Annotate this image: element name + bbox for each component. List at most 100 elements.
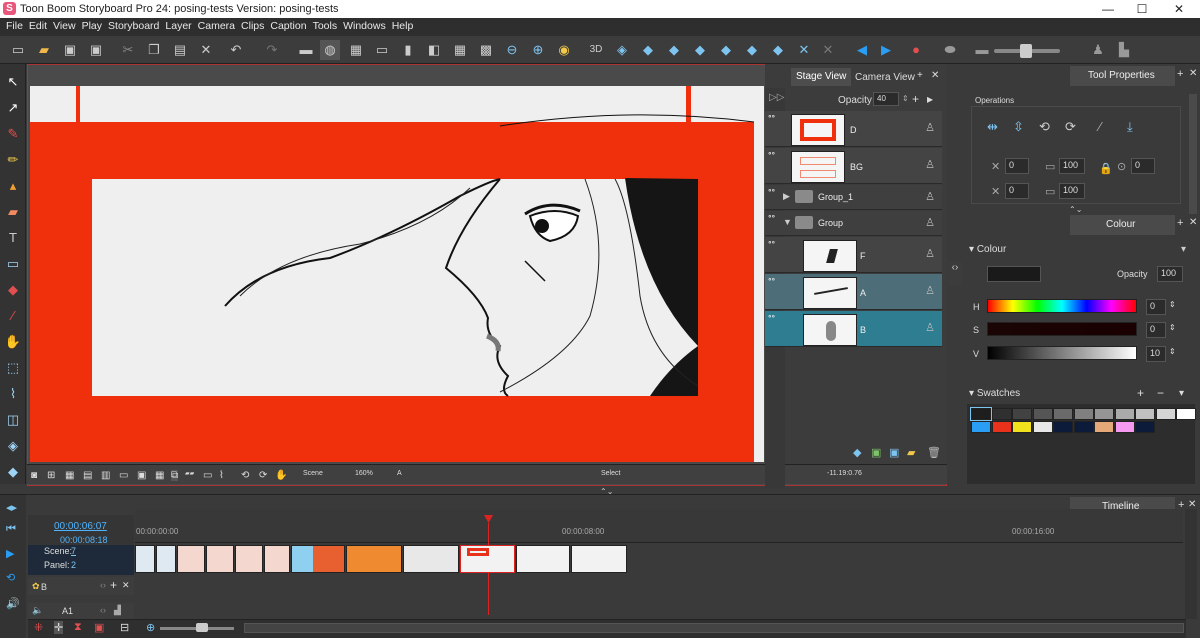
menu-caption[interactable]: Caption [264, 18, 306, 32]
layer-name[interactable]: D [850, 125, 857, 135]
scene-value[interactable]: 7 [71, 546, 76, 556]
eraser-tool-icon[interactable]: ▰ [3, 202, 23, 222]
brush-slider-handle[interactable] [1020, 44, 1032, 58]
layout-icon[interactable]: ▦ [155, 470, 164, 481]
stamp-icon[interactable]: ▙ [1114, 40, 1134, 60]
record-icon[interactable]: ● [906, 40, 926, 60]
active-view-icon[interactable]: ⧉ [171, 470, 179, 481]
colour-swatch[interactable] [1073, 421, 1094, 433]
collapse-group-icon[interactable]: ▼ [783, 217, 792, 227]
panel-value[interactable]: 2 [71, 560, 76, 570]
playhead-tool-icon[interactable]: ◂▸ [6, 501, 17, 514]
colour-swatch[interactable] [1012, 421, 1032, 433]
saturation-field[interactable]: 0 [1146, 322, 1166, 338]
colour-swatch[interactable] [1135, 408, 1155, 420]
layer-lock-icon[interactable]: ♙ [925, 247, 935, 260]
expand-group-icon[interactable]: ▶ [783, 191, 790, 202]
menu-clips[interactable]: Clips [235, 18, 264, 32]
layer-lock-icon[interactable]: ♙ [925, 158, 935, 171]
layer-name[interactable]: A [860, 288, 866, 298]
step-back-icon[interactable]: ⏮ [6, 523, 16, 536]
mask-icon[interactable]: ▣ [137, 470, 146, 481]
opacity-spinner-icon[interactable]: ⇕ [902, 94, 909, 103]
menu-tools[interactable]: Tools [307, 18, 338, 32]
safe-area-icon[interactable]: ▦ [65, 470, 74, 481]
track-b-label[interactable]: B [41, 582, 47, 592]
timeline-panel-thumb[interactable] [177, 545, 205, 573]
menu-help[interactable]: Help [386, 18, 414, 32]
rotate-cw-icon[interactable]: ⟳ [1065, 119, 1076, 135]
timeline-panel-thumb[interactable] [403, 545, 459, 573]
camera-tool-icon[interactable]: ◈ [3, 436, 23, 456]
colour-menu-icon[interactable]: ▾ [1181, 244, 1186, 255]
stage-canvas[interactable] [30, 86, 764, 462]
cut-icon[interactable]: ✂ [118, 40, 138, 60]
slip-icon[interactable]: ▣ [94, 621, 104, 634]
timeline-ruler[interactable] [135, 509, 1183, 543]
camera-icon-8[interactable]: ✕ [794, 40, 814, 60]
dropper-tool-icon[interactable]: ⁄ [3, 306, 23, 326]
hue-field[interactable]: 0 [1146, 299, 1166, 315]
value-slider[interactable] [987, 346, 1137, 360]
close-view-icon[interactable]: ✕ [931, 70, 939, 81]
transform-tool-icon[interactable]: ↗ [3, 98, 23, 118]
colour-swatch[interactable] [1053, 408, 1073, 420]
zoom-fit-icon[interactable]: ⊟ [120, 621, 129, 634]
layer-lock-icon[interactable]: ♙ [925, 190, 935, 203]
timeline-panel-thumb[interactable] [264, 545, 290, 573]
cutter-tool-icon[interactable]: ⬚ [3, 358, 23, 378]
timeline-panel-thumb[interactable] [206, 545, 234, 573]
track-nav-icon[interactable]: ‹› [100, 580, 106, 590]
colour-swatch[interactable] [1176, 408, 1196, 420]
colour-swatch[interactable] [1094, 408, 1114, 420]
colour-swatch[interactable] [1012, 408, 1032, 420]
layer-group-row[interactable]: ᐤᐤ ▼ Group ♙ [765, 211, 942, 236]
maximize-button[interactable]: ☐ [1128, 1, 1156, 17]
stamp-tool-icon[interactable]: ▴ [3, 176, 23, 196]
camera-icon-3[interactable]: ◆ [664, 40, 684, 60]
timeline-view-icon[interactable]: ◍ [320, 40, 340, 60]
colour-swatch[interactable] [991, 421, 1012, 433]
camera-icon-1[interactable]: ◈ [612, 40, 632, 60]
colour-swatch[interactable] [971, 421, 991, 433]
colour-swatch[interactable] [1032, 421, 1053, 433]
menu-play[interactable]: Play [76, 18, 102, 32]
close-panel-icon[interactable]: ✕ [1189, 217, 1197, 228]
height-field[interactable]: 100 [1059, 183, 1085, 199]
tool-properties-tab[interactable]: Tool Properties [1070, 66, 1175, 86]
perspective-tool-icon[interactable]: ◫ [3, 410, 23, 430]
layer-row[interactable]: ᐤᐤ D ♙ [765, 111, 942, 147]
x-position-field[interactable]: 0 [1005, 158, 1029, 174]
new-project-icon[interactable]: ▭ [8, 40, 28, 60]
hand-view-icon[interactable]: ✋ [275, 470, 287, 481]
swatches-menu-icon[interactable]: ▾ [1179, 388, 1184, 399]
play-icon[interactable]: ▶ [6, 547, 14, 560]
layer-group-row[interactable]: ᐤᐤ ▶ Group_1 ♙ [765, 185, 942, 210]
grid-toggle-icon[interactable]: ⊞ [47, 470, 55, 481]
timeline-panel-thumb[interactable] [235, 545, 263, 573]
menu-view[interactable]: View [47, 18, 76, 32]
add-panel-icon[interactable]: + [1177, 217, 1183, 229]
new-vector-layer-icon[interactable]: ◆ [853, 446, 861, 459]
lock-ratio-icon[interactable]: 🔒 [1099, 162, 1113, 175]
colour-swatch[interactable] [1094, 421, 1114, 433]
value-field[interactable]: 10 [1146, 346, 1166, 362]
colour-swatch[interactable] [991, 408, 1012, 420]
colour-swatch[interactable] [1155, 408, 1176, 420]
camera-icon-4[interactable]: ◆ [690, 40, 710, 60]
panel-view-icon[interactable]: ▭ [372, 40, 392, 60]
timeline-panel-thumb[interactable] [291, 545, 345, 573]
reset-icon[interactable]: ⤓ [1127, 119, 1133, 135]
zoom-level[interactable]: 160% [355, 470, 373, 477]
add-view-icon[interactable]: + [917, 70, 923, 81]
colour-swatch[interactable] [1032, 408, 1053, 420]
rotate-ccw-icon[interactable]: ⟲ [1039, 119, 1050, 135]
layer-visibility-icon[interactable]: ᐤᐤ [768, 276, 775, 287]
timeline-panel-thumb-current[interactable] [460, 545, 515, 573]
overlay-icon[interactable]: ▥ [101, 470, 110, 481]
layer-visibility-icon[interactable]: ᐤᐤ [768, 150, 775, 161]
menu-file[interactable]: File [0, 18, 23, 32]
hue-spinner-icon[interactable]: ⇕ [1169, 300, 1176, 309]
add-swatch-icon[interactable]: + [1137, 386, 1144, 400]
opacity-field[interactable]: 40 [873, 92, 899, 106]
